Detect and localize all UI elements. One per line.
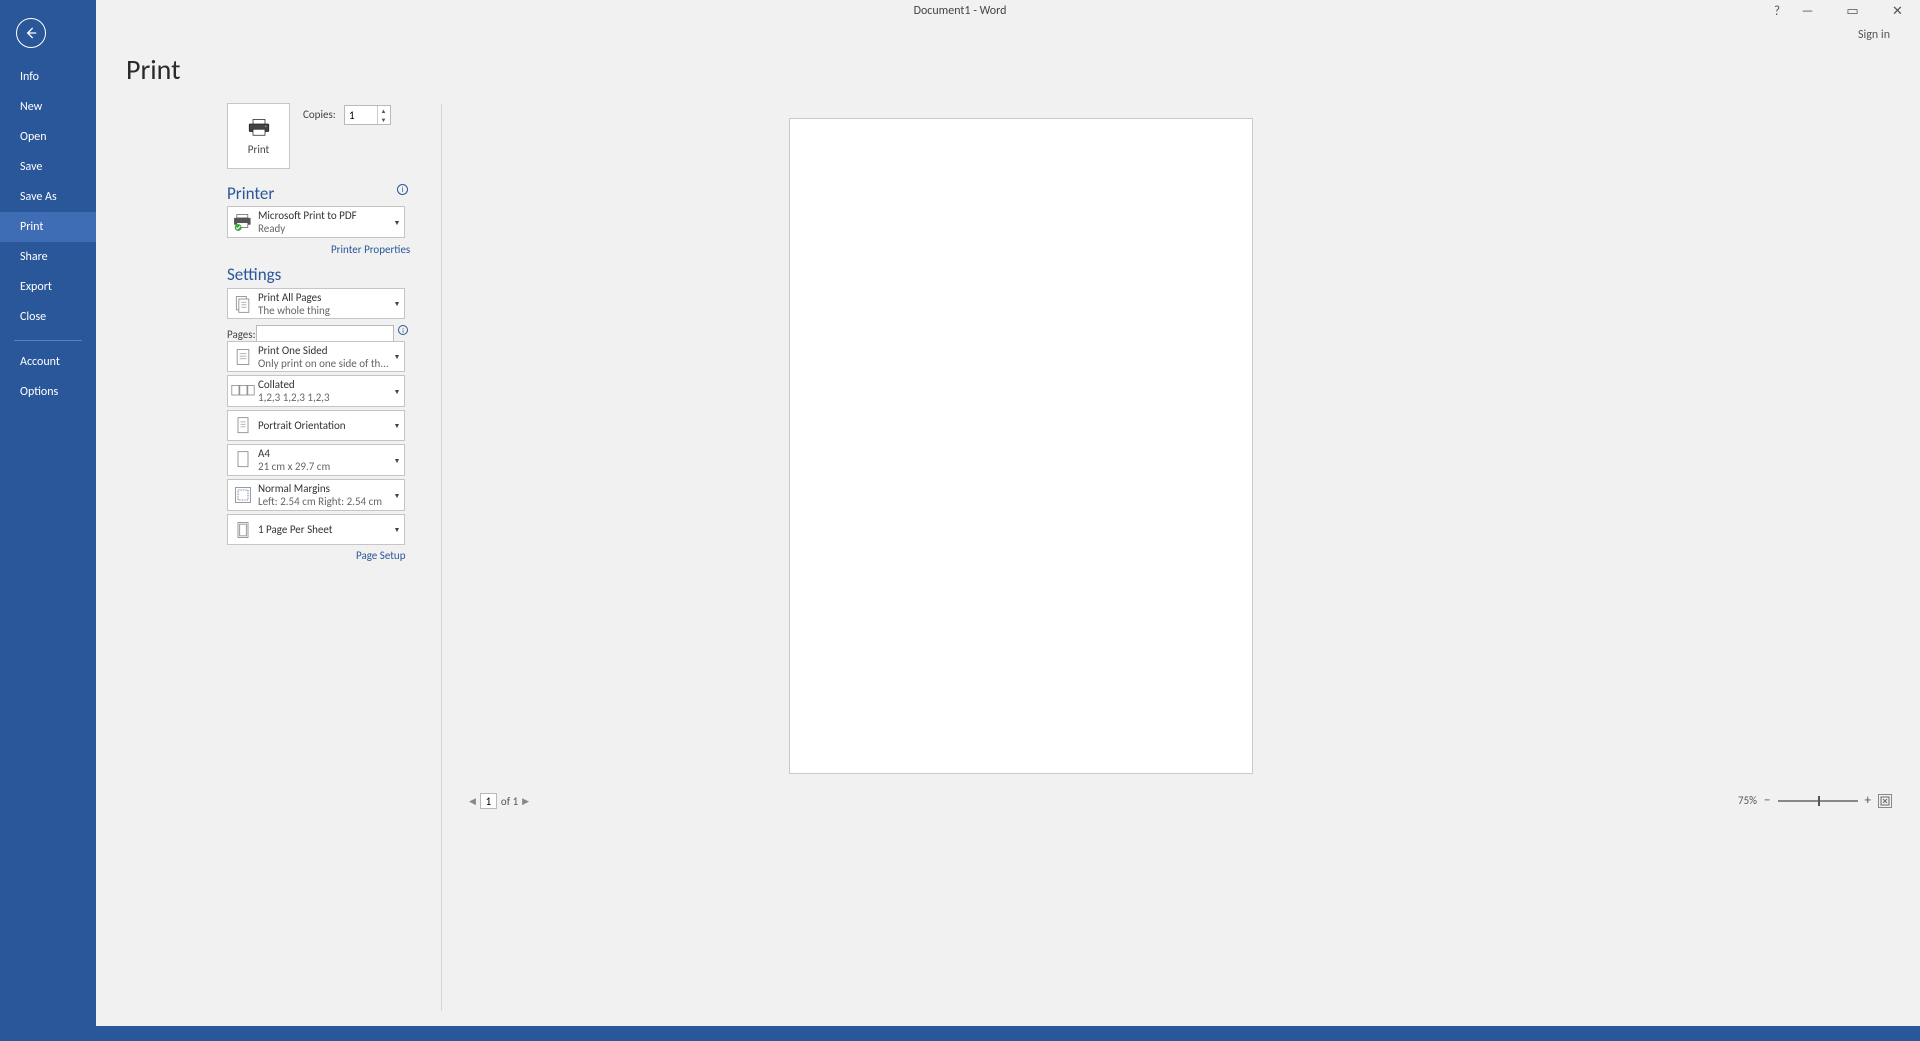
chevron-down-icon: ▼: [390, 491, 404, 500]
margins-desc: Left: 2.54 cm Right: 2.54 cm: [258, 495, 390, 508]
sidebar-item-saveas[interactable]: Save As: [0, 182, 96, 212]
margins-icon: [228, 485, 258, 505]
pages-info-icon[interactable]: i: [398, 325, 408, 335]
paper-size-dropdown[interactable]: A4 21 cm x 29.7 cm ▼: [227, 444, 405, 476]
print-button-label: Print: [248, 143, 269, 156]
page-setup-link[interactable]: Page Setup: [356, 549, 405, 562]
orientation-title: Portrait Orientation: [258, 419, 390, 432]
sidebar-item-new[interactable]: New: [0, 92, 96, 122]
page-heading: Print: [126, 52, 180, 87]
paper-title: A4: [258, 447, 390, 460]
collate-title: Collated: [258, 378, 390, 391]
printer-info-icon[interactable]: i: [397, 184, 408, 195]
preview-page-nav: ◀ of 1 ▶: [469, 793, 529, 809]
zoom-percent: 75%: [1738, 794, 1757, 807]
printer-section-title: Printer: [227, 183, 274, 204]
zoom-controls: 75% − +: [1738, 793, 1892, 808]
copies-spinner[interactable]: ▲ ▼: [344, 105, 391, 125]
printer-icon: [247, 117, 271, 137]
collate-desc: 1,2,3 1,2,3 1,2,3: [258, 391, 390, 404]
sidebar-item-account[interactable]: Account: [0, 347, 96, 377]
zoom-out-button[interactable]: −: [1764, 793, 1770, 808]
chevron-down-icon: ▼: [390, 387, 404, 396]
copies-down[interactable]: ▼: [378, 115, 389, 124]
print-scope-desc: The whole thing: [258, 304, 390, 317]
sidebar-item-share[interactable]: Share: [0, 242, 96, 272]
margins-dropdown[interactable]: Normal Margins Left: 2.54 cm Right: 2.54…: [227, 479, 405, 511]
nav-items: Info New Open Save Save As Print Share E…: [0, 62, 96, 407]
pps-title: 1 Page Per Sheet: [258, 523, 390, 536]
paper-desc: 21 cm x 29.7 cm: [258, 460, 390, 473]
pages-stack-icon: [228, 294, 258, 314]
orientation-dropdown[interactable]: Portrait Orientation ▼: [227, 410, 405, 441]
pages-per-sheet-dropdown[interactable]: 1 Page Per Sheet ▼: [227, 514, 405, 545]
sidebar-item-save[interactable]: Save: [0, 152, 96, 182]
page-total: of 1: [501, 795, 518, 808]
chevron-down-icon: ▼: [390, 218, 404, 227]
printer-status: Ready: [258, 222, 390, 235]
pages-label: Pages:: [227, 328, 256, 341]
next-page-button[interactable]: ▶: [522, 796, 529, 807]
sidebar-item-info[interactable]: Info: [0, 62, 96, 92]
print-panel: Print Print Copies: ▲ ▼ Printer i: [96, 0, 1920, 1015]
zoom-fit-button[interactable]: [1878, 794, 1892, 808]
chevron-down-icon: ▼: [390, 421, 404, 430]
chevron-down-icon: ▼: [390, 456, 404, 465]
chevron-down-icon: ▼: [390, 525, 404, 534]
copies-input[interactable]: [345, 106, 377, 124]
panel-divider: [441, 104, 442, 1011]
side-desc: Only print on one side of th...: [258, 357, 390, 370]
nav-divider: [14, 340, 82, 341]
margins-title: Normal Margins: [258, 482, 390, 495]
print-scope-dropdown[interactable]: Print All Pages The whole thing ▼: [227, 288, 405, 319]
settings-section-title: Settings: [227, 264, 281, 285]
prev-page-button[interactable]: ◀: [469, 796, 476, 807]
portrait-icon: [228, 416, 258, 436]
copies-up[interactable]: ▲: [378, 106, 389, 115]
single-side-icon: [228, 347, 258, 367]
page-preview: [789, 118, 1253, 774]
collate-icon: [228, 382, 258, 400]
chevron-down-icon: ▼: [390, 299, 404, 308]
side-title: Print One Sided: [258, 344, 390, 357]
printer-dropdown[interactable]: Microsoft Print to PDF Ready ▼: [227, 206, 405, 238]
print-button[interactable]: Print: [227, 103, 290, 169]
printer-properties-link[interactable]: Printer Properties: [331, 243, 410, 256]
collate-dropdown[interactable]: Collated 1,2,3 1,2,3 1,2,3 ▼: [227, 375, 405, 407]
chevron-down-icon: ▼: [390, 352, 404, 361]
paper-icon: [228, 450, 258, 470]
printer-ready-icon: [228, 212, 258, 232]
current-page-input[interactable]: [480, 793, 497, 809]
sidebar-item-export[interactable]: Export: [0, 272, 96, 302]
sidebar-item-print[interactable]: Print: [0, 212, 96, 242]
sidebar-item-options[interactable]: Options: [0, 377, 96, 407]
backstage-sidebar: Info New Open Save Save As Print Share E…: [0, 0, 96, 1041]
status-bar: [96, 1026, 1920, 1041]
sidebar-item-close[interactable]: Close: [0, 302, 96, 332]
zoom-in-button[interactable]: +: [1865, 793, 1871, 808]
sidebar-item-open[interactable]: Open: [0, 122, 96, 152]
printer-name: Microsoft Print to PDF: [258, 209, 390, 222]
print-scope-title: Print All Pages: [258, 291, 390, 304]
zoom-slider[interactable]: [1778, 800, 1858, 802]
pps-icon: [228, 520, 258, 540]
copies-label: Copies:: [303, 108, 336, 121]
zoom-thumb[interactable]: [1818, 796, 1820, 806]
back-button[interactable]: [16, 18, 46, 48]
side-dropdown[interactable]: Print One Sided Only print on one side o…: [227, 341, 405, 372]
